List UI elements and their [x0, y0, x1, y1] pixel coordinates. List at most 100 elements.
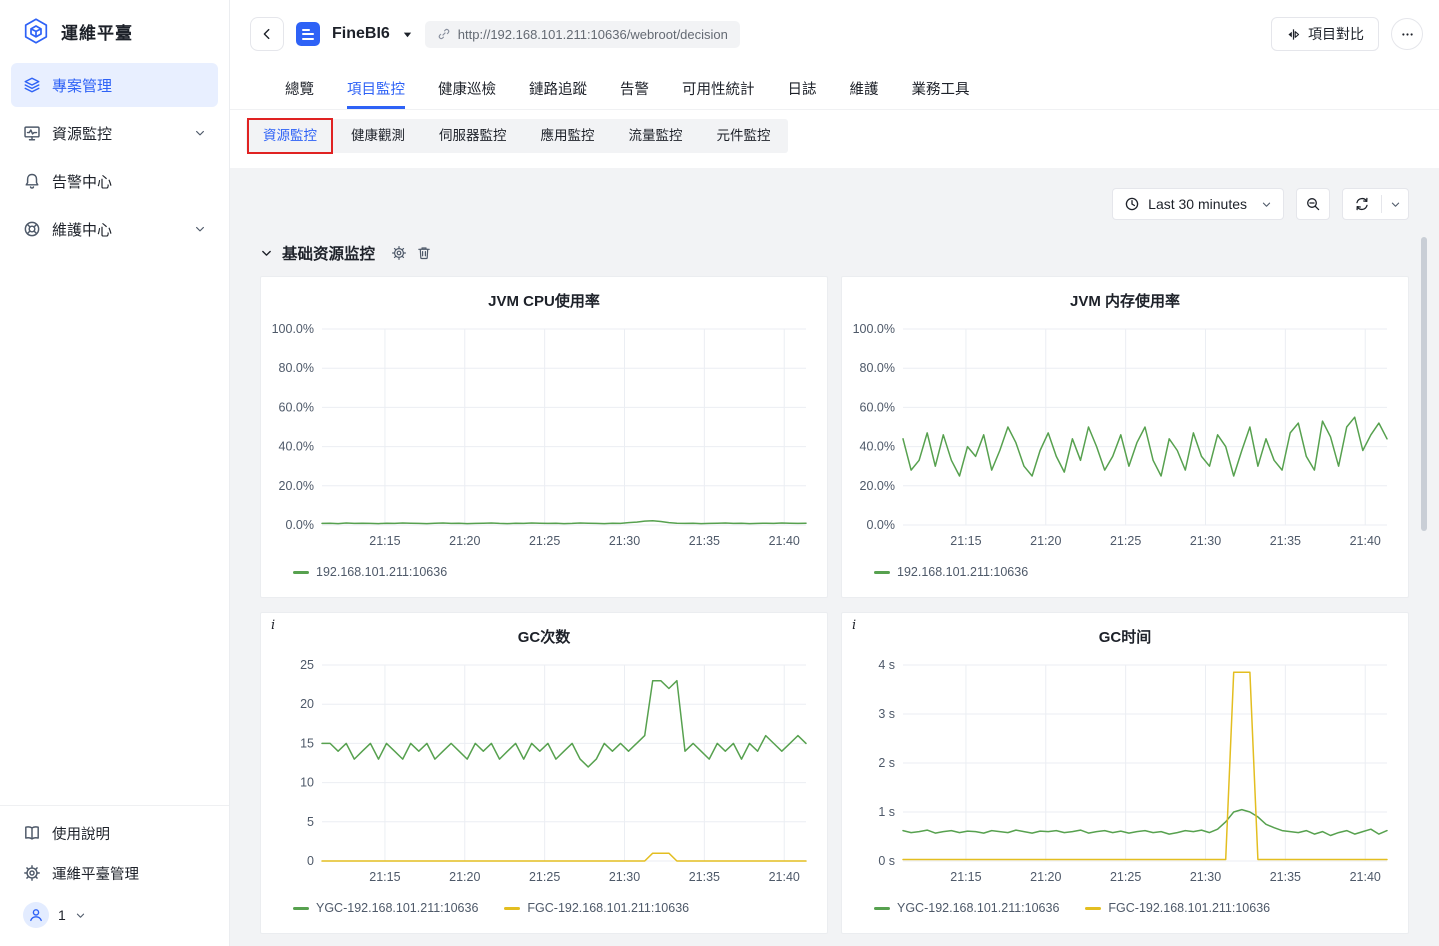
project-compare-button[interactable]: 項目對比	[1271, 17, 1379, 51]
svg-text:20.0%: 20.0%	[860, 479, 895, 493]
legend-item[interactable]: YGC-192.168.101.211:10636	[293, 901, 478, 915]
user-name: 1	[58, 907, 66, 923]
sidebar-item-label: 維護中心	[52, 221, 113, 239]
chart-panel-jvm-memory: JVM 内存使用率 100.0% 80.0% 60.0% 40.0% 20.0% 0.0% 2…	[841, 276, 1409, 598]
chart-title: JVM 内存使用率	[1069, 293, 1180, 310]
subtab-health-observation[interactable]: 健康觀測	[334, 119, 422, 153]
subtab-app-monitor[interactable]: 應用監控	[524, 119, 612, 153]
svg-text:21:25: 21:25	[1110, 870, 1141, 884]
svg-text:21:20: 21:20	[1030, 870, 1061, 884]
info-icon[interactable]: i	[852, 618, 856, 633]
svg-text:21:15: 21:15	[369, 870, 400, 884]
chevron-down-icon[interactable]	[194, 223, 206, 235]
collapse-caret-icon[interactable]	[260, 247, 273, 260]
legend-item[interactable]: 192.168.101.211:10636	[874, 565, 1028, 579]
svg-text:0: 0	[307, 854, 314, 868]
legend-label: 192.168.101.211:10636	[897, 565, 1029, 579]
back-button[interactable]	[250, 17, 284, 51]
sidebar-item-resource-monitor[interactable]: 資源監控	[11, 111, 218, 155]
svg-text:21:30: 21:30	[1190, 870, 1221, 884]
svg-text:60.0%: 60.0%	[860, 400, 895, 414]
subtab-wrap: 資源監控 健康觀測 伺服器監控 應用監控 流量監控 元件監控	[230, 110, 1439, 168]
sidebar-header: 運維平臺	[0, 0, 229, 59]
svg-text:5: 5	[307, 815, 314, 829]
chevron-down-icon	[1261, 199, 1272, 210]
refresh-interval-caret[interactable]	[1382, 189, 1408, 219]
tab-overview[interactable]: 總覽	[285, 68, 314, 109]
chart-legend: 192.168.101.211:10636	[842, 565, 1408, 579]
legend-item[interactable]: FGC-192.168.101.211:10636	[504, 901, 689, 915]
section-settings-gear-icon[interactable]	[391, 245, 407, 261]
zoom-out-button[interactable]	[1296, 188, 1330, 220]
sidebar-item-alert-center[interactable]: 告警中心	[11, 159, 218, 203]
svg-text:25: 25	[300, 658, 314, 672]
annotation-highlight-box	[247, 118, 333, 154]
svg-text:21:35: 21:35	[689, 870, 720, 884]
svg-text:21:25: 21:25	[529, 870, 560, 884]
legend-label: YGC-192.168.101.211:10636	[316, 901, 479, 915]
legend-swatch	[874, 906, 890, 910]
legend-item[interactable]: YGC-192.168.101.211:10636	[874, 901, 1059, 915]
svg-text:21:20: 21:20	[449, 534, 480, 548]
top-header: FineBI6 http://192.168.101.211:10636/web…	[230, 0, 1439, 68]
app-logo-icon	[22, 17, 50, 45]
svg-text:21:20: 21:20	[449, 870, 480, 884]
subtab-component-monitor[interactable]: 元件監控	[700, 119, 788, 153]
legend-item[interactable]: 192.168.101.211:10636	[293, 565, 447, 579]
user-menu[interactable]: 1	[11, 894, 218, 936]
tab-link-trace[interactable]: 鏈路追蹤	[529, 68, 587, 109]
chevron-down-icon[interactable]	[194, 127, 206, 139]
clock-icon	[1125, 197, 1139, 211]
chart-title: GC时间	[1098, 629, 1152, 646]
section-delete-trash-icon[interactable]	[416, 245, 432, 261]
project-url-chip[interactable]: http://192.168.101.211:10636/webroot/dec…	[424, 20, 740, 48]
svg-text:80.0%: 80.0%	[279, 361, 314, 375]
svg-text:21:15: 21:15	[369, 534, 400, 548]
svg-text:40.0%: 40.0%	[860, 440, 895, 454]
legend-item[interactable]: FGC-192.168.101.211:10636	[1085, 901, 1270, 915]
svg-text:21:40: 21:40	[769, 534, 800, 548]
sidebar-menu: 專案管理 資源監控 告警中心 維護中心	[0, 59, 229, 251]
lifebuoy-icon	[23, 220, 41, 238]
subtab-server-monitor[interactable]: 伺服器監控	[422, 119, 524, 153]
sidebar-item-maintenance-center[interactable]: 維護中心	[11, 207, 218, 251]
svg-text:21:35: 21:35	[1270, 534, 1301, 548]
project-file-icon	[296, 22, 320, 46]
svg-text:21:15: 21:15	[950, 870, 981, 884]
chevron-down-icon	[1391, 202, 1399, 207]
chart-plot-jvm-memory: 100.0% 80.0% 60.0% 40.0% 20.0% 0.0% 21:15 21:20…	[853, 322, 1388, 548]
compare-button-label: 項目對比	[1308, 26, 1364, 42]
tab-logs[interactable]: 日誌	[788, 68, 817, 109]
info-icon[interactable]: i	[271, 618, 275, 633]
project-name[interactable]: FineBI6	[332, 25, 390, 43]
sidebar-item-label: 運維平臺管理	[52, 866, 139, 883]
legend-label: 192.168.101.211:10636	[316, 565, 448, 579]
legend-label: FGC-192.168.101.211:10636	[527, 901, 690, 915]
project-dropdown-caret-icon[interactable]	[402, 29, 413, 40]
scrollbar-thumb[interactable]	[1421, 237, 1427, 531]
tab-availability-stats[interactable]: 可用性統計	[682, 68, 755, 109]
sidebar-item-user-guide[interactable]: 使用說明	[11, 814, 218, 852]
chart-panel-gc-count: i GC次数 25 20 15 10 5 0 21:15 21:20 21:25 21:30 21:35…	[260, 612, 828, 934]
chevron-down-icon	[75, 910, 86, 921]
svg-text:15: 15	[300, 736, 314, 750]
svg-text:20.0%: 20.0%	[279, 479, 314, 493]
tab-health-inspection[interactable]: 健康巡檢	[438, 68, 496, 109]
more-button[interactable]	[1391, 18, 1423, 50]
sidebar-item-label: 使用說明	[52, 826, 110, 843]
tab-business-tools[interactable]: 業務工具	[912, 68, 970, 109]
section-title: 基础资源监控	[282, 246, 376, 263]
time-range-select[interactable]: Last 30 minutes	[1112, 188, 1284, 220]
tab-maintenance[interactable]: 維護	[850, 68, 879, 109]
svg-text:100.0%: 100.0%	[272, 322, 314, 336]
sidebar-item-label: 告警中心	[52, 173, 113, 191]
sidebar-item-project-management[interactable]: 專案管理	[11, 63, 218, 107]
subtab-traffic-monitor[interactable]: 流量監控	[612, 119, 700, 153]
tab-alert[interactable]: 告警	[620, 68, 649, 109]
svg-text:21:30: 21:30	[609, 870, 640, 884]
sidebar-item-platform-management[interactable]: 運維平臺管理	[11, 854, 218, 892]
svg-text:40.0%: 40.0%	[279, 440, 314, 454]
tab-project-monitor[interactable]: 項目監控	[347, 68, 405, 109]
subtab-resource-monitor[interactable]: 資源監控	[246, 118, 334, 154]
refresh-button[interactable]	[1343, 189, 1381, 219]
